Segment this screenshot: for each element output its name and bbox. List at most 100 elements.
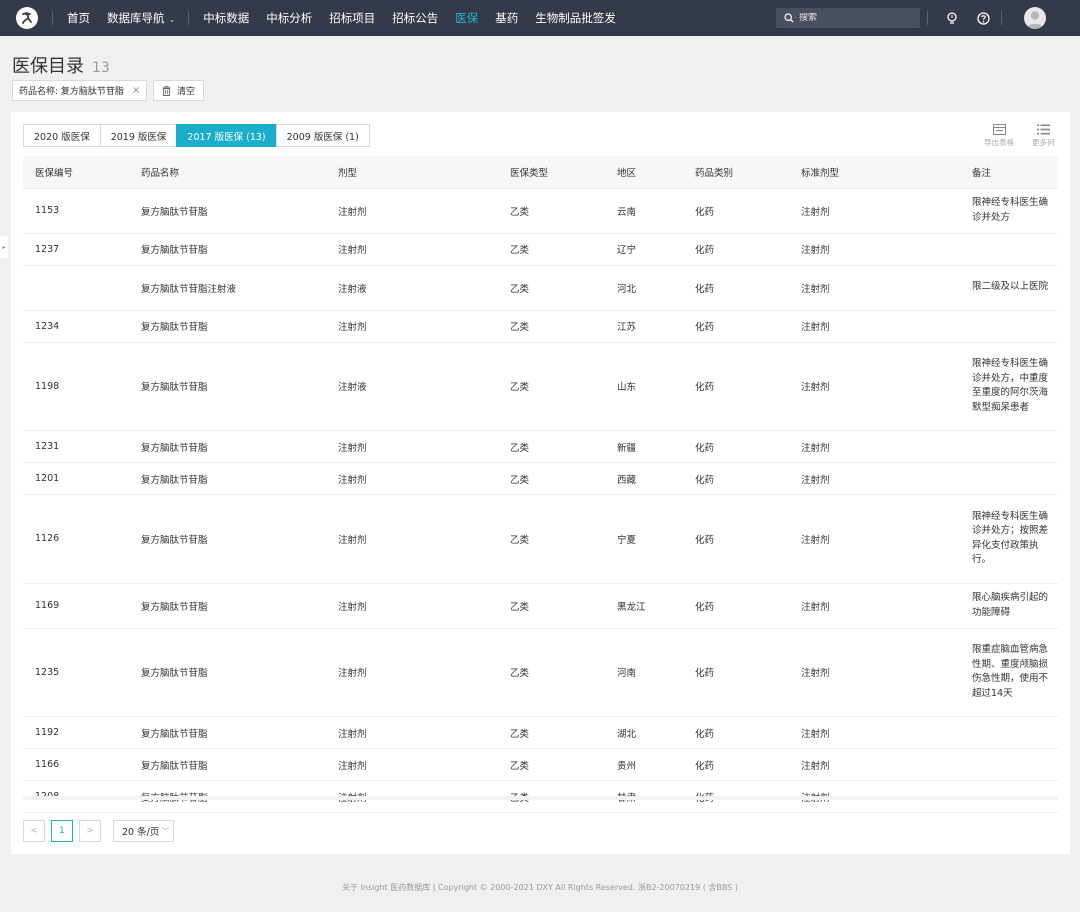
page-title: 医保目录 13 [12, 52, 110, 78]
sidebar-expand-handle[interactable]: ▸ [0, 236, 8, 258]
tab-version[interactable]: 2017 版医保 (13) [176, 124, 277, 147]
tab-version[interactable]: 2020 版医保 [23, 124, 101, 147]
table-cell: 乙类 [498, 188, 605, 234]
table-cell: 注射剂 [789, 188, 960, 234]
table-cell: 湖北 [605, 716, 683, 749]
footer: 关于 Insight 医药数据库 | Copyright © 2000-2021… [342, 883, 738, 892]
table-cell: 辽宁 [605, 233, 683, 266]
filter-tag-label: 药品名称: 复方脑肽节苷脂 [19, 87, 124, 97]
table-cell: 注射剂 [326, 310, 498, 343]
table-cell: 1153 [23, 188, 129, 234]
table-cell: 西藏 [605, 462, 683, 495]
nav-item[interactable]: 基药 [495, 10, 518, 26]
table-cell: 复方脑肽节苷脂 [129, 716, 326, 749]
table-cell: 山东 [605, 342, 683, 431]
table-cell: 云南 [605, 188, 683, 234]
prev-page-button[interactable]: < [23, 820, 45, 842]
page-size-select[interactable]: 20 条/页 ﹀ [113, 820, 175, 842]
table-cell: 注射剂 [326, 716, 498, 749]
table-cell: 复方脑肽节苷脂 [129, 628, 326, 717]
table-cell: 1234 [23, 310, 129, 343]
table-row[interactable]: 1231 复方脑肽节苷脂 注射剂 乙类 新疆 化药 注射剂 [23, 430, 1058, 463]
table-cell: 注射剂 [326, 494, 498, 584]
table-row[interactable]: 1235 复方脑肽节苷脂 注射剂 乙类 河南 化药 注射剂 限重症脑血管病急性期、重度颅脑损伤… [23, 628, 1058, 717]
search-input[interactable] [799, 13, 909, 23]
table-cell: 限心脑疾病引起的功能障碍 [960, 583, 1058, 629]
nav-item[interactable]: 首页 [67, 10, 90, 26]
nav-item[interactable]: 生物制品批签发 [535, 10, 616, 26]
table-row[interactable]: 1234 复方脑肽节苷脂 注射剂 乙类 江苏 化药 注射剂 [23, 310, 1058, 343]
table-cell: 化药 [683, 462, 789, 495]
table-cell: 复方脑肽节苷脂 [129, 342, 326, 431]
table-row[interactable]: 1201 复方脑肽节苷脂 注射剂 乙类 西藏 化药 注射剂 [23, 462, 1058, 495]
table-row[interactable]: 1192 复方脑肽节苷脂 注射剂 乙类 湖北 化药 注射剂 [23, 716, 1058, 749]
table-row[interactable]: 1169 复方脑肽节苷脂 注射剂 乙类 黑龙江 化药 注射剂 限心脑疾病引起的功能障碍 [23, 583, 1058, 629]
search-box[interactable] [776, 8, 920, 28]
nav-item[interactable]: 中标数据 [203, 10, 249, 26]
nav-item-label: 首页 [67, 11, 90, 25]
main-panel: 2020 版医保 2019 版医保 2017 版医保 (13) 2009 版医保 (1… [11, 112, 1070, 854]
table-cell: 复方脑肽节苷脂 [129, 583, 326, 629]
table-row[interactable]: 1126 复方脑肽节苷脂 注射剂 乙类 宁夏 化药 注射剂 限神经专科医生确诊并处方；按照差异… [23, 494, 1058, 584]
nav-item-label: 中标数据 [203, 11, 250, 25]
nav-item[interactable]: 招标项目 [329, 10, 375, 26]
table-cell: 复方脑肽节苷脂 [129, 188, 326, 234]
table-cell: 1166 [23, 748, 129, 781]
column-header: 药品名称 [129, 156, 326, 189]
table-cell: 注射剂 [789, 583, 960, 629]
page-title-text: 医保目录 [12, 56, 84, 77]
table-cell: 乙类 [498, 716, 605, 749]
table-cell [960, 310, 1058, 343]
table-cell: 新疆 [605, 430, 683, 463]
table-cell: 乙类 [498, 628, 605, 717]
close-icon[interactable]: × [132, 85, 140, 96]
table-cell: 乙类 [498, 342, 605, 431]
table-row[interactable]: 1166 复方脑肽节苷脂 注射剂 乙类 贵州 化药 注射剂 [23, 748, 1058, 781]
page-number-button[interactable]: 1 [51, 820, 73, 842]
help-icon[interactable] [976, 11, 990, 25]
avatar-icon [1027, 11, 1043, 29]
table-cell [960, 430, 1058, 463]
nav-divider [1001, 11, 1002, 25]
table-cell: 贵州 [605, 748, 683, 781]
nav-item-label: 生物制品批签发 [535, 11, 616, 25]
tab-version[interactable]: 2009 版医保 (1) [275, 124, 370, 147]
table-cell: 化药 [683, 628, 789, 717]
avatar[interactable] [1024, 7, 1046, 29]
table-row[interactable]: 复方脑肽节苷脂注射液 注射液 乙类 河北 化药 注射剂 限二级及以上医院 [23, 265, 1058, 311]
export-icon [992, 124, 1006, 135]
column-header: 医保编号 [23, 156, 129, 189]
table-cell: 化药 [683, 748, 789, 781]
filter-tag[interactable]: 药品名称: 复方脑肽节苷脂 × [12, 80, 148, 101]
table-cell: 注射液 [326, 265, 498, 311]
more-columns-button[interactable]: 更多列 [1032, 124, 1055, 148]
table-cell: 化药 [683, 583, 789, 629]
table-row[interactable]: 1153 复方脑肽节苷脂 注射剂 乙类 云南 化药 注射剂 限神经专科医生确诊并处方 [23, 188, 1058, 234]
export-table-button[interactable]: 导出表格 [984, 124, 1014, 148]
clear-filters-button[interactable]: 清空 [153, 80, 205, 101]
next-page-button[interactable]: > [79, 820, 101, 842]
tab-version[interactable]: 2019 版医保 [99, 124, 178, 147]
table-row[interactable]: 1198 复方脑肽节苷脂 注射液 乙类 山东 化药 注射剂 限神经专科医生确诊并处方，中重度至… [23, 342, 1058, 431]
nav-item[interactable]: 招标公告 [392, 10, 438, 26]
table-cell: 1235 [23, 628, 129, 717]
export-label: 导出表格 [984, 138, 1014, 147]
table-cell: 注射剂 [326, 628, 498, 717]
table-cell: 河北 [605, 265, 683, 311]
table-cell: 注射剂 [789, 430, 960, 463]
nav-item[interactable]: 医保 [455, 10, 478, 26]
nav-item[interactable]: 中标分析 [266, 10, 312, 26]
table-cell: 乙类 [498, 233, 605, 266]
bulb-icon[interactable] [945, 11, 959, 25]
table-body: 1153 复方脑肽节苷脂 注射剂 乙类 云南 化药 注射剂 限神经专科医生确诊并处方 1237 复… [23, 188, 1058, 813]
chevron-down-icon: ⌄ [168, 15, 176, 24]
table-row[interactable]: 1237 复方脑肽节苷脂 注射剂 乙类 辽宁 化药 注射剂 [23, 233, 1058, 266]
search-icon [784, 13, 794, 23]
column-header: 剂型 [326, 156, 498, 189]
logo-icon[interactable] [16, 7, 38, 29]
more-columns-label: 更多列 [1032, 138, 1055, 147]
table-cell: 化药 [683, 716, 789, 749]
table-cell: 复方脑肽节苷脂 [129, 430, 326, 463]
nav-divider [927, 11, 928, 25]
nav-item[interactable]: 数据库导航 ⌄ [107, 10, 175, 26]
